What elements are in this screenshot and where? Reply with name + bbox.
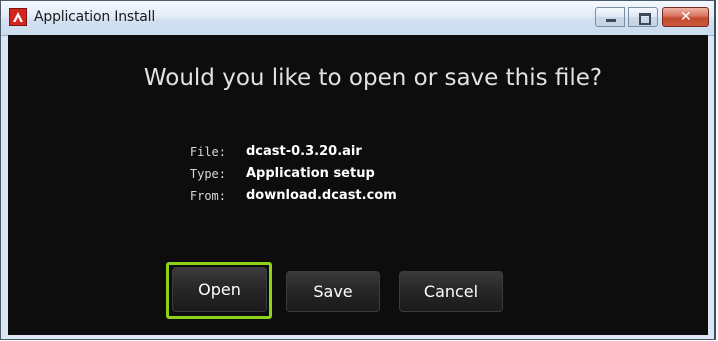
maximize-button[interactable]	[628, 7, 658, 27]
close-icon: ✕	[680, 9, 692, 25]
cancel-button[interactable]: Cancel	[399, 271, 503, 312]
adobe-air-icon[interactable]	[9, 8, 27, 26]
dialog-content: Would you like to open or save this file…	[8, 35, 708, 335]
window-title: Application Install	[34, 9, 156, 25]
file-value: dcast-0.3.20.air	[246, 144, 362, 159]
type-label: Type:	[189, 167, 226, 181]
file-label: File:	[189, 145, 226, 159]
open-button[interactable]: Open	[172, 267, 267, 312]
maximize-icon	[639, 13, 651, 25]
app-install-window: Application Install ✕ Would you like to …	[0, 0, 716, 340]
close-button[interactable]: ✕	[662, 7, 709, 27]
type-value: Application setup	[246, 166, 375, 181]
dialog-heading: Would you like to open or save this file…	[143, 65, 603, 91]
from-value: download.dcast.com	[246, 188, 397, 203]
minimize-icon	[606, 19, 616, 22]
minimize-button[interactable]	[595, 7, 625, 27]
title-bar[interactable]: Application Install ✕	[1, 1, 714, 36]
save-button[interactable]: Save	[286, 271, 380, 312]
from-label: From:	[189, 189, 226, 203]
